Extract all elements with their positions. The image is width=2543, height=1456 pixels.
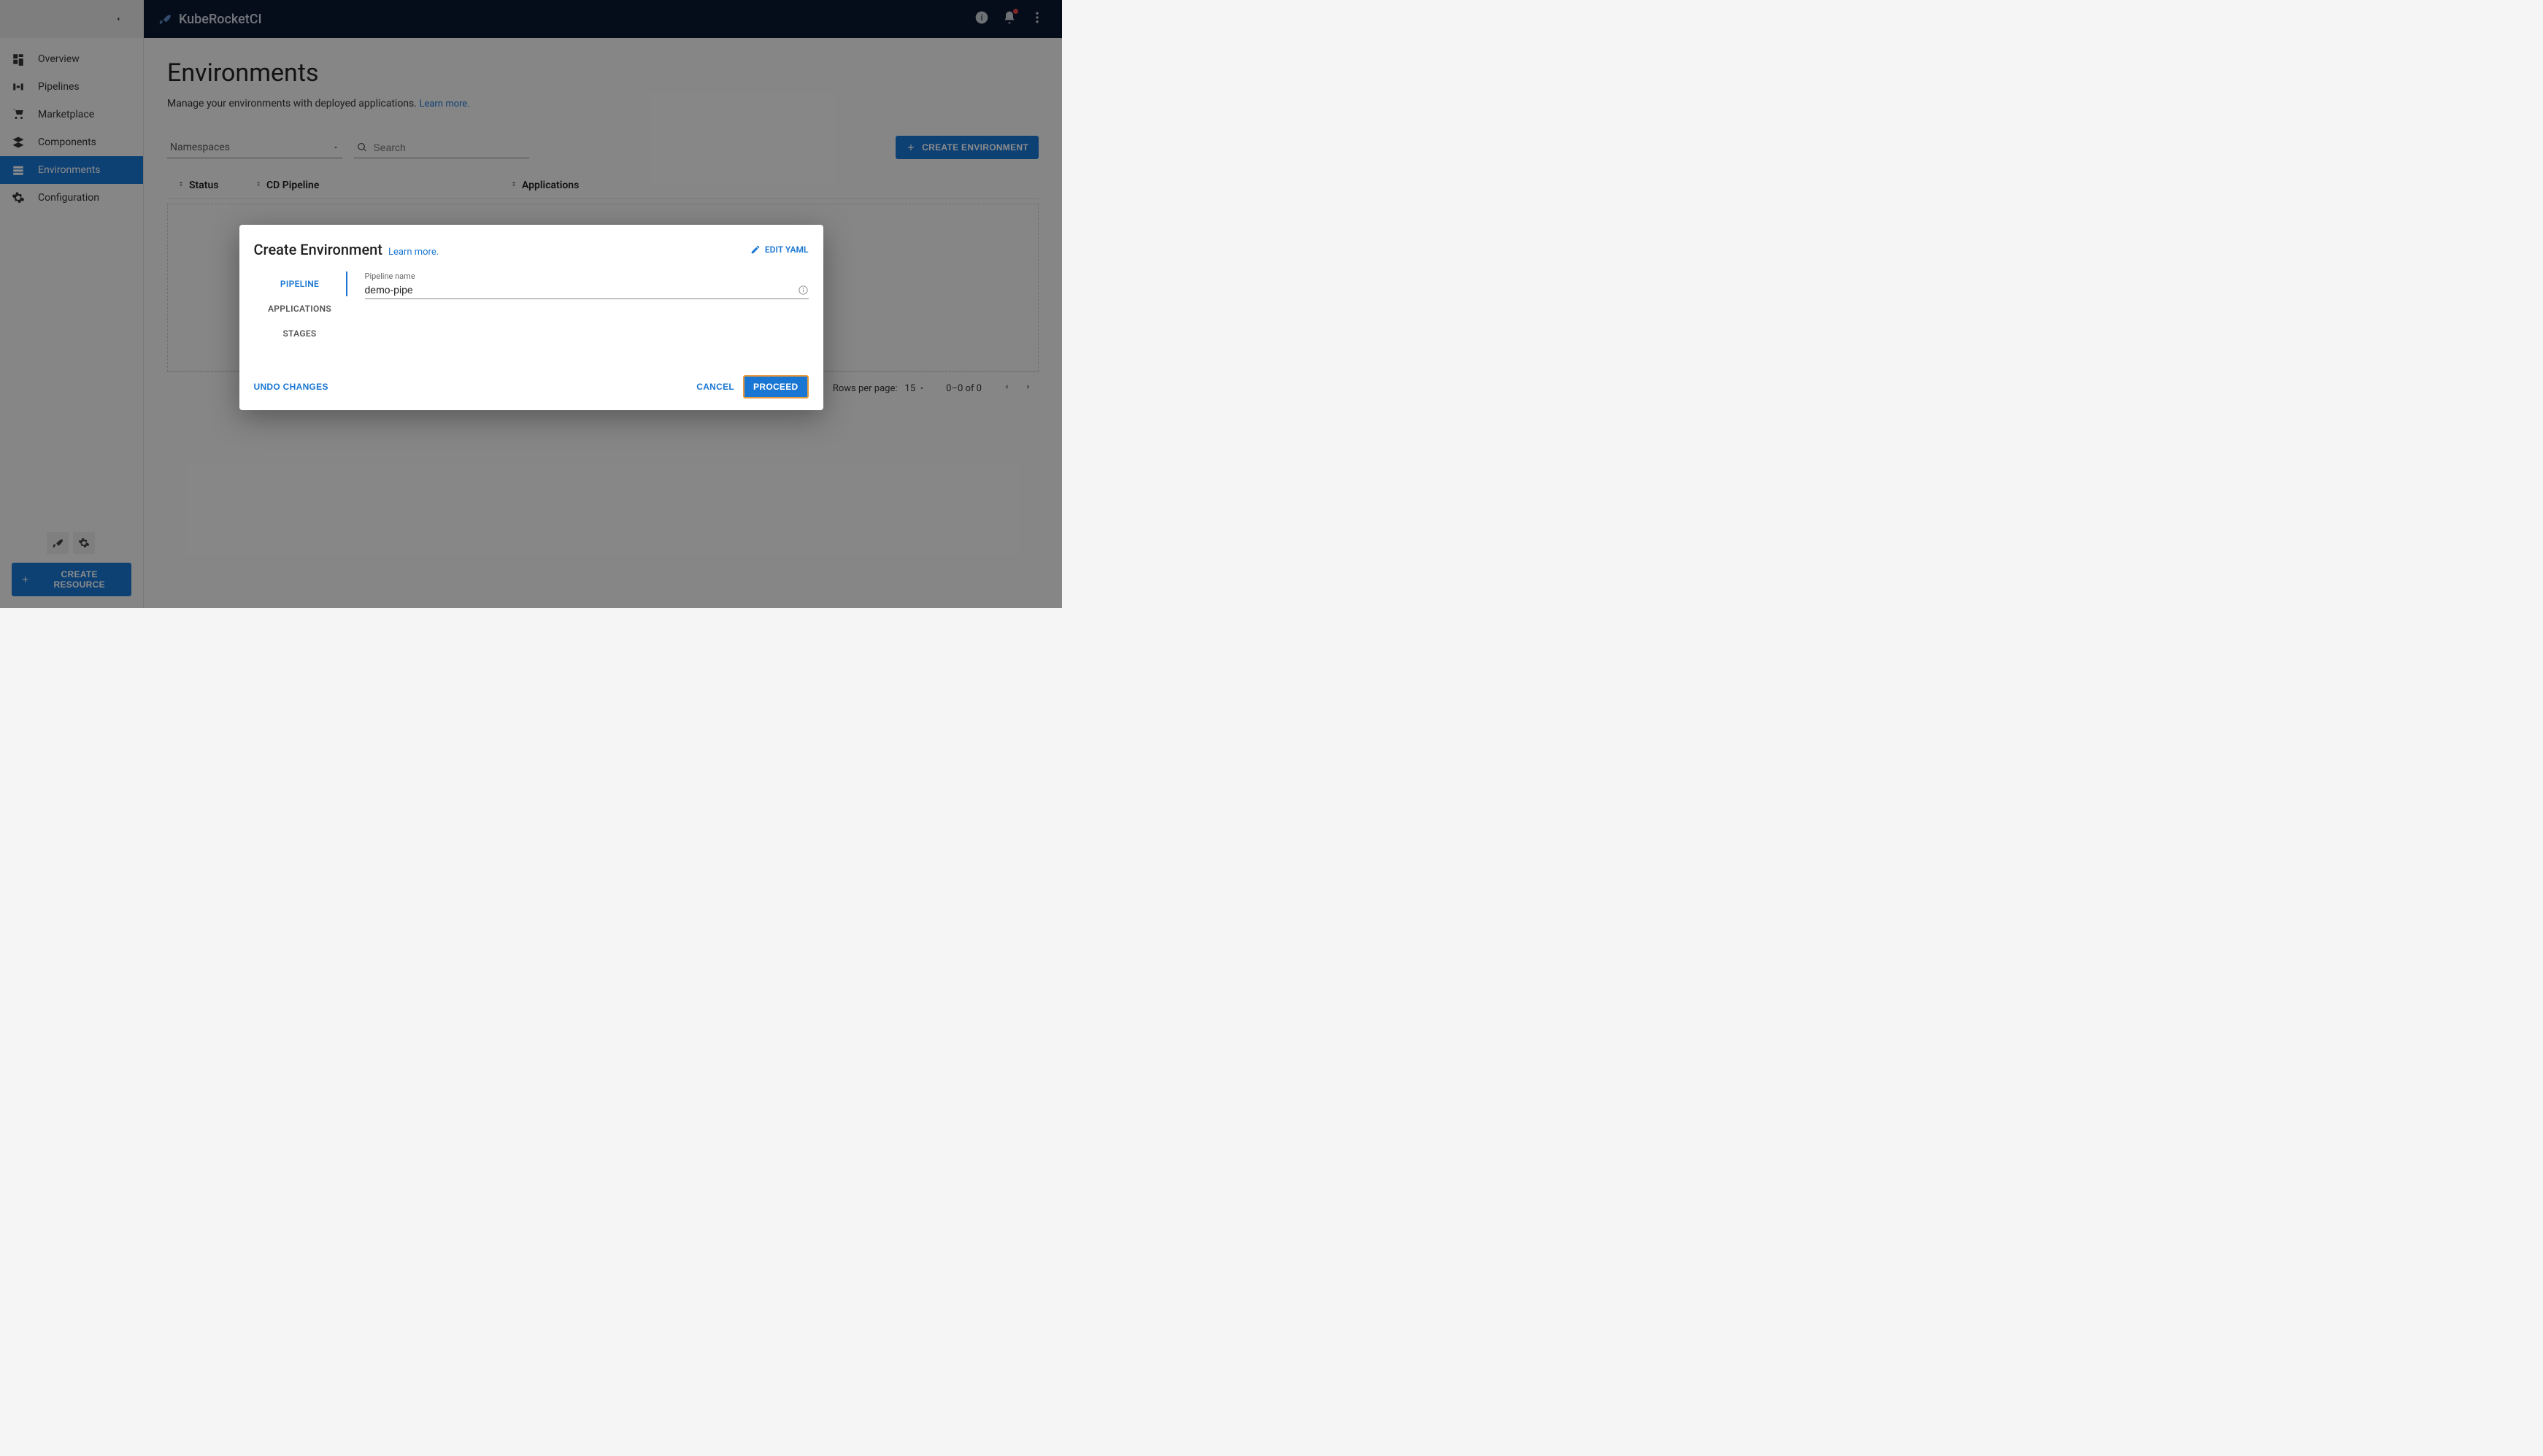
dialog-learn-more-link[interactable]: Learn more. bbox=[388, 247, 439, 258]
undo-changes-button[interactable]: UNDO CHANGES bbox=[254, 382, 328, 392]
tab-stages[interactable]: STAGES bbox=[254, 321, 347, 346]
dialog-title: Create Environment bbox=[254, 241, 382, 258]
info-icon[interactable] bbox=[798, 285, 809, 296]
modal-overlay: Create Environment Learn more. EDIT YAML… bbox=[0, 0, 1062, 608]
pipeline-name-label: Pipeline name bbox=[365, 271, 809, 281]
cancel-button[interactable]: CANCEL bbox=[696, 382, 734, 392]
pencil-icon bbox=[750, 244, 761, 255]
dialog-tabs: PIPELINE APPLICATIONS STAGES bbox=[254, 271, 349, 346]
tab-applications[interactable]: APPLICATIONS bbox=[254, 296, 347, 321]
tab-pipeline[interactable]: PIPELINE bbox=[254, 271, 347, 296]
create-environment-dialog: Create Environment Learn more. EDIT YAML… bbox=[239, 225, 823, 410]
pipeline-name-input[interactable] bbox=[365, 284, 798, 296]
pipeline-name-field: Pipeline name bbox=[365, 271, 809, 299]
proceed-button[interactable]: PROCEED bbox=[743, 375, 808, 398]
edit-yaml-button[interactable]: EDIT YAML bbox=[750, 244, 809, 255]
